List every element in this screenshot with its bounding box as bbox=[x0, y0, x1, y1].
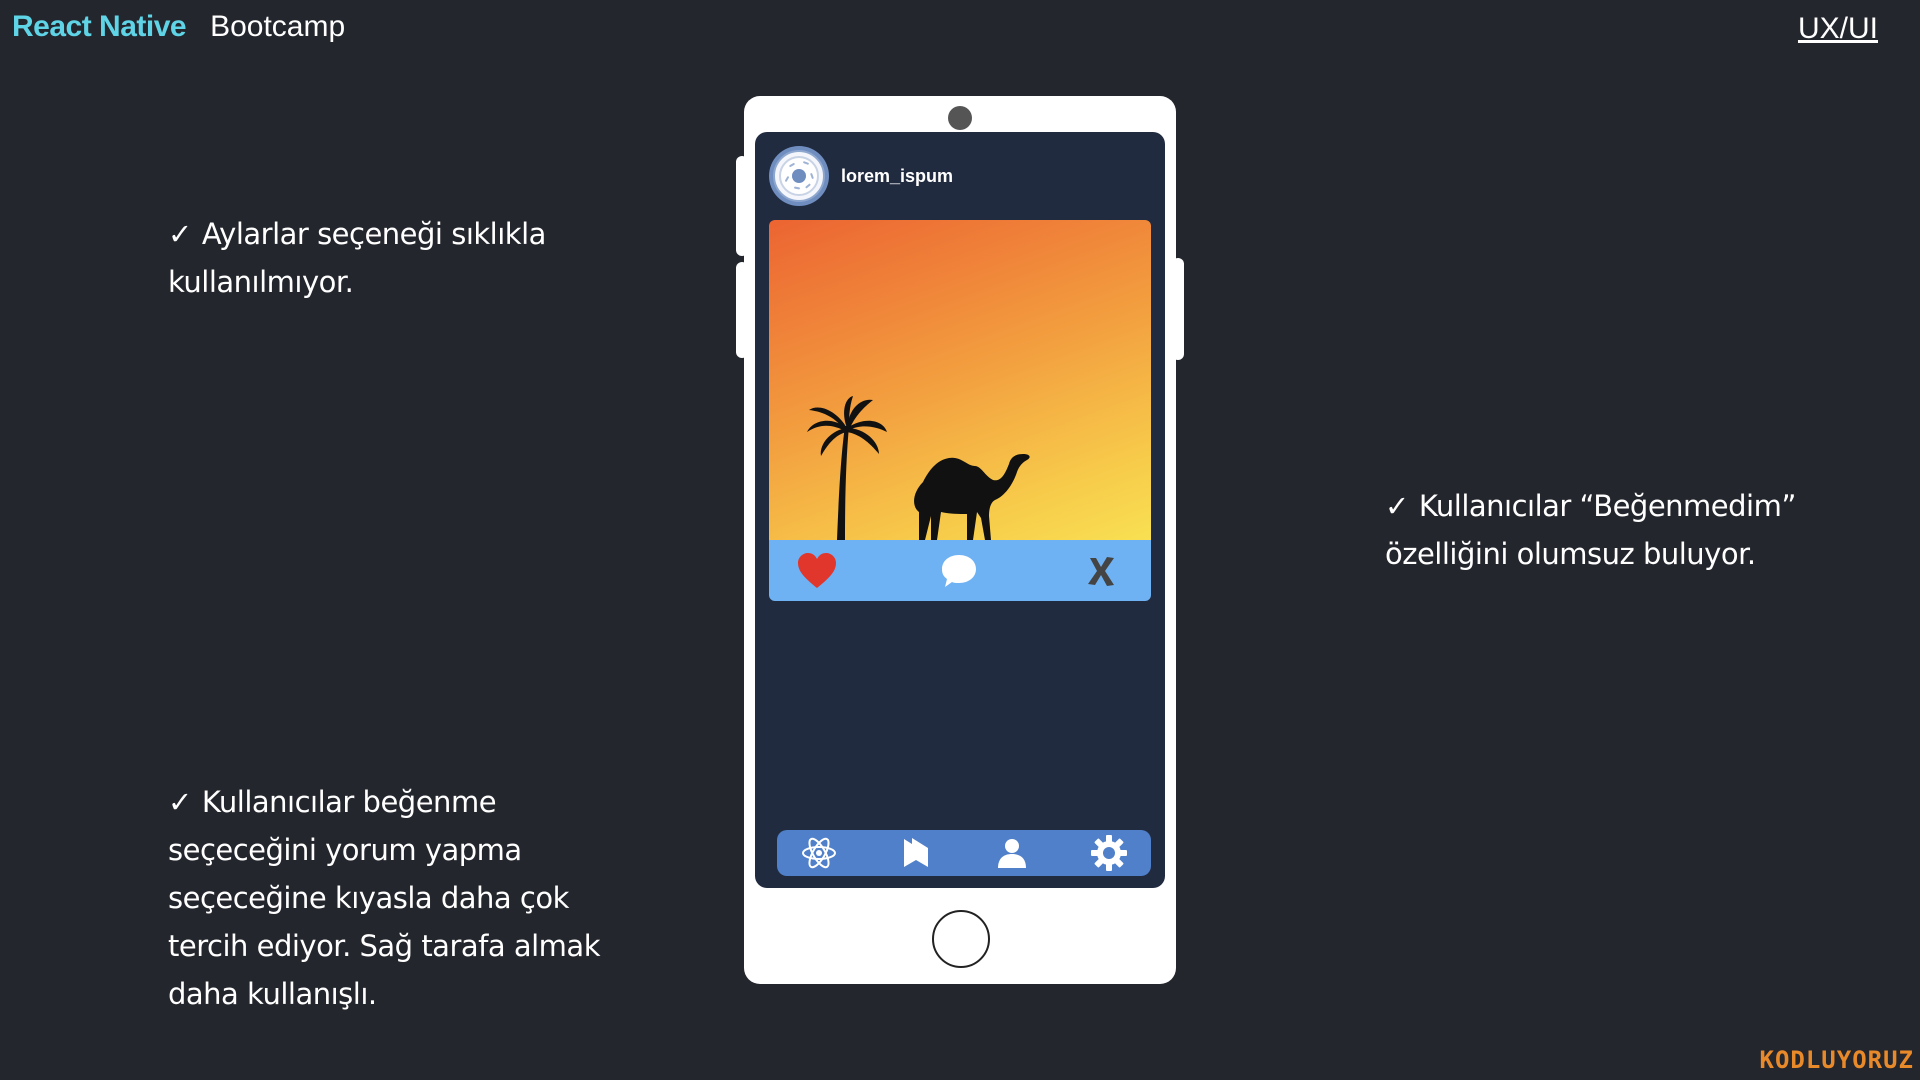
brand-primary: React Native bbox=[12, 10, 187, 43]
brand: React Native Bootcamp bbox=[12, 10, 345, 44]
phone-mockup: lorem_ispum bbox=[744, 96, 1176, 984]
post-header: lorem_ispum bbox=[769, 146, 953, 206]
brand-secondary: Bootcamp bbox=[210, 10, 346, 43]
tab-saved[interactable] bbox=[896, 833, 936, 873]
note-text: Kullanıcılar “Beğenmedim” özelliğini olu… bbox=[1385, 489, 1796, 571]
react-atom-icon bbox=[802, 837, 836, 869]
section-title: UX/UI bbox=[1797, 12, 1878, 45]
phone-screen: lorem_ispum bbox=[755, 132, 1165, 888]
phone-camera bbox=[948, 106, 972, 130]
note-like-preference: ✓ Kullanıcılar beğenme seçeceğini yorum y… bbox=[168, 778, 608, 1018]
user-icon bbox=[998, 839, 1027, 868]
like-button[interactable] bbox=[795, 549, 839, 593]
checkmark-icon: ✓ bbox=[168, 785, 192, 819]
tab-settings[interactable] bbox=[1089, 833, 1129, 873]
gear-icon bbox=[1090, 835, 1127, 871]
dislike-x-icon bbox=[1088, 556, 1114, 586]
username[interactable]: lorem_ispum bbox=[841, 166, 953, 187]
tab-profile[interactable] bbox=[992, 833, 1032, 873]
desert-silhouette-image bbox=[807, 396, 1030, 540]
bookmark-icon bbox=[903, 838, 928, 867]
footer-logo: KODLUYORUZ bbox=[1759, 1046, 1914, 1074]
comment-icon bbox=[942, 554, 976, 587]
checkmark-icon: ✓ bbox=[1385, 489, 1409, 523]
note-text: Aylarlar seçeneği sıklıkla kullanılmıyor… bbox=[168, 217, 546, 299]
note-months-option: ✓ Aylarlar seçeneği sıklıkla kullanılmıyo… bbox=[168, 210, 588, 306]
note-dislike-feature: ✓ Kullanıcılar “Beğenmedim” özelliğini ol… bbox=[1385, 482, 1845, 578]
post-card bbox=[769, 220, 1151, 601]
donut-icon bbox=[773, 150, 825, 202]
post-image bbox=[769, 220, 1151, 540]
post-action-bar bbox=[769, 540, 1151, 601]
checkmark-icon: ✓ bbox=[168, 217, 192, 251]
dislike-button[interactable] bbox=[1079, 549, 1123, 593]
heart-icon bbox=[798, 552, 836, 588]
avatar[interactable] bbox=[769, 146, 829, 206]
comment-button[interactable] bbox=[937, 549, 981, 593]
phone-home-button[interactable] bbox=[932, 910, 990, 968]
tab-home[interactable] bbox=[799, 833, 839, 873]
note-text: Kullanıcılar beğenme seçeceğini yorum ya… bbox=[168, 785, 601, 1011]
bottom-tab-bar bbox=[777, 830, 1151, 876]
